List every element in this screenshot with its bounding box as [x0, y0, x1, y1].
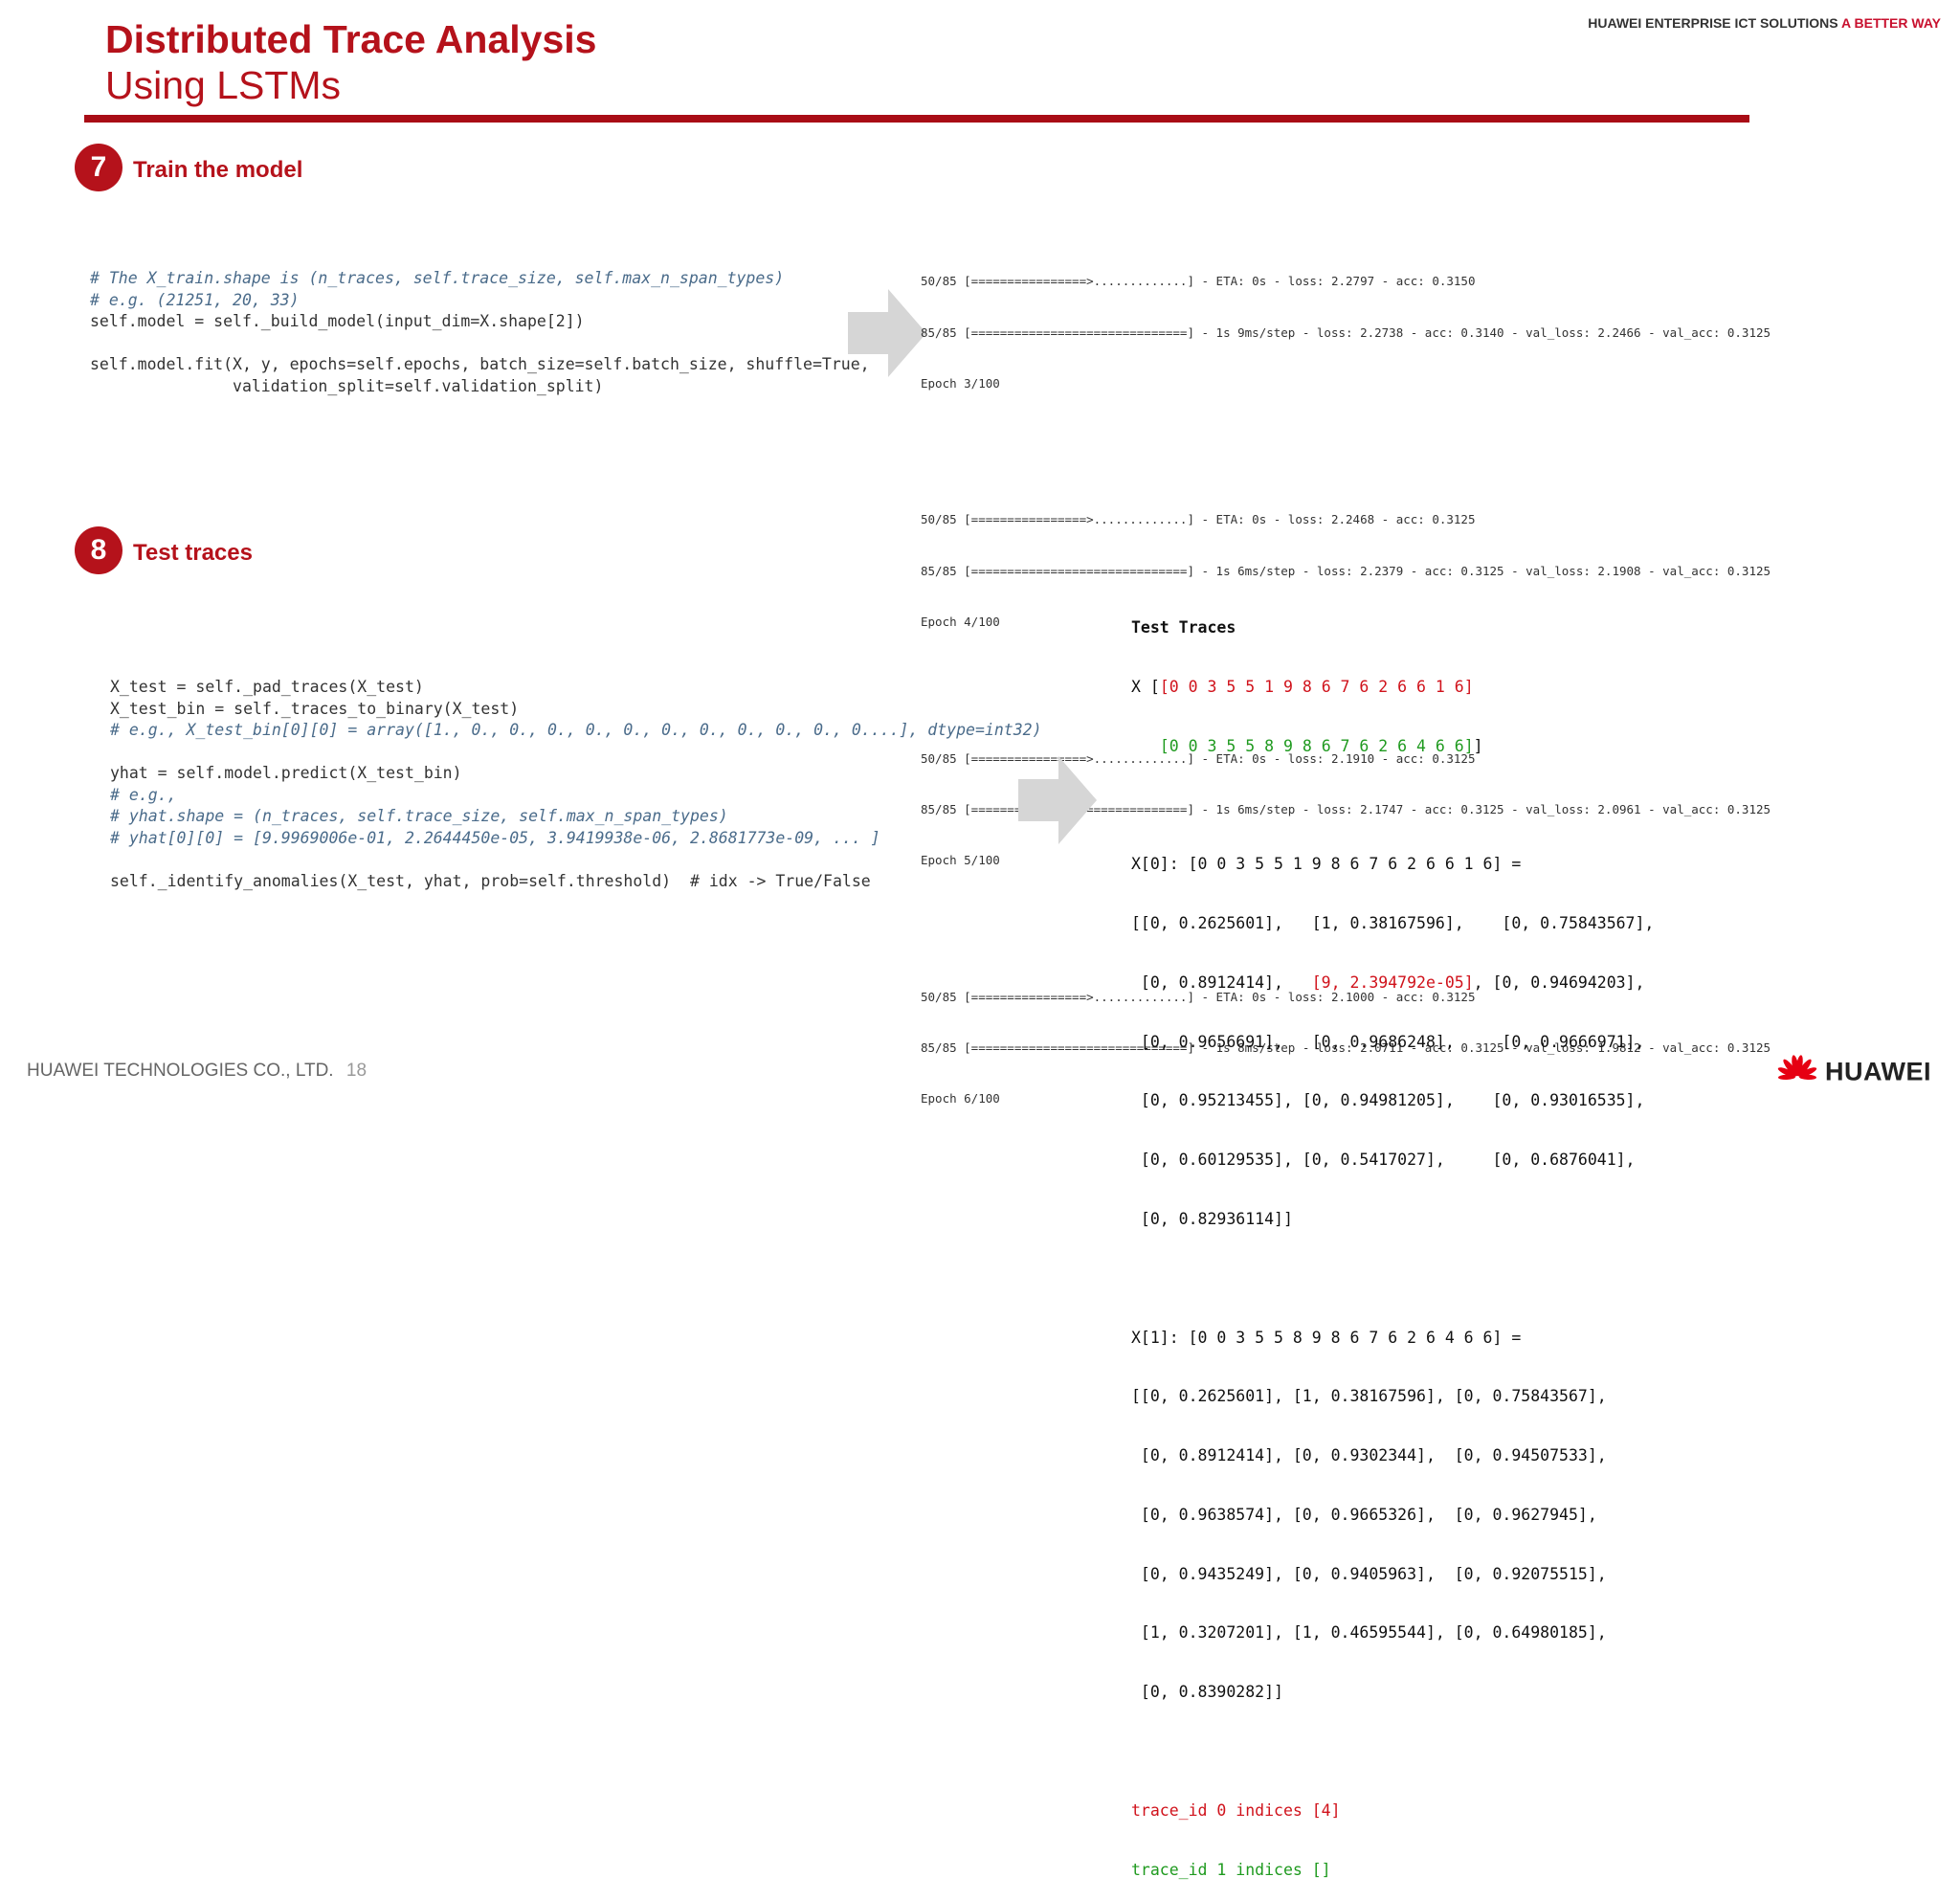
x-row-2: [0 0 3 5 5 8 9 8 6 7 6 2 6 4 6 6]	[1159, 736, 1474, 755]
x1-line: [0, 0.8912414], [0, 0.9302344], [0, 0.94…	[1131, 1446, 1607, 1465]
log-line: 85/85 [==============================] -…	[921, 324, 1771, 340]
anomaly-value: [9, 2.394792e-05]	[1311, 972, 1474, 992]
brand-tagline: HUAWEI ENTERPRISE ICT SOLUTIONS A BETTER…	[1588, 15, 1941, 31]
step-7-badge: 7	[75, 144, 122, 191]
code-line: # The X_train.shape is (n_traces, self.t…	[90, 269, 785, 287]
code-line: # e.g. (21251, 20, 33)	[90, 290, 300, 309]
slide-subtitle: Using LSTMs	[105, 63, 342, 107]
code-line: X_test = self._pad_traces(X_test)	[110, 678, 424, 696]
code-line: # e.g.,	[110, 785, 177, 804]
x0-line: [0, 0.95213455], [0, 0.94981205], [0, 0.…	[1131, 1091, 1645, 1110]
step-7-label: Train the model	[133, 157, 303, 183]
x0-line-part: , [0, 0.94694203],	[1473, 972, 1645, 992]
x-array-line: X [[0 0 3 5 5 8 9 8 6 7 6 2 6 4 6 6]]	[1131, 737, 1654, 757]
step-8-label: Test traces	[133, 540, 253, 566]
x0-line: [0, 0.82936114]]	[1131, 1210, 1293, 1228]
result-line: trace_id 0 indices [4]	[1131, 1800, 1341, 1820]
code-line: self.model.fit(X, y, epochs=self.epochs,…	[90, 355, 870, 373]
code-line: ​	[110, 742, 1042, 764]
x1-line: [0, 0.9435249], [0, 0.9405963], [0, 0.92…	[1131, 1564, 1607, 1583]
logo-wordmark: HUAWEI	[1825, 1057, 1931, 1086]
code-line: self.model = self._build_model(input_dim…	[90, 312, 585, 330]
x0-line: [0, 0.8912414], [9, 2.394792e-05], [0, 0…	[1131, 973, 1654, 994]
header-rule	[84, 115, 1749, 123]
x-prefix: X [	[1131, 677, 1160, 696]
x0-line: [0, 0.60129535], [0, 0.5417027], [0, 0.6…	[1131, 1151, 1636, 1170]
log-block: 50/85 [================>.............] -…	[921, 239, 1771, 427]
code-line: validation_split=self.validation_split)	[90, 376, 604, 395]
x-close: ]	[1473, 736, 1483, 755]
footer-company: HUAWEI TECHNOLOGIES CO., LTD. 18	[27, 1061, 367, 1082]
x0-header: X[0]: [0 0 3 5 5 1 9 8 6 7 6 2 6 6 1 6] …	[1131, 855, 1522, 874]
step-8-badge: 8	[75, 526, 122, 574]
x0-line-part: [0, 0.8912414],	[1131, 972, 1312, 992]
x-array-line: X [[0 0 3 5 5 1 9 8 6 7 6 2 6 6 1 6]	[1131, 678, 1654, 698]
test-code-block: X_test = self._pad_traces(X_test) X_test_…	[110, 677, 1042, 892]
code-line: yhat = self.model.predict(X_test_bin)	[110, 764, 462, 782]
x1-header: X[1]: [0 0 3 5 5 8 9 8 6 7 6 2 6 4 6 6] …	[1131, 1328, 1522, 1347]
x1-line: [[0, 0.2625601], [1, 0.38167596], [0, 0.…	[1131, 1387, 1607, 1406]
arrow-right-icon	[848, 289, 926, 377]
log-line: 85/85 [==============================] -…	[921, 563, 1771, 578]
code-line: ​	[110, 849, 1042, 871]
x1-line: [1, 0.3207201], [1, 0.46595544], [0, 0.6…	[1131, 1623, 1607, 1643]
code-line: X_test_bin = self._traces_to_binary(X_te…	[110, 699, 520, 718]
result-line: trace_id 1 indices []	[1131, 1860, 1331, 1879]
code-line: # yhat[0][0] = [9.9969006e-01, 2.2644450…	[110, 828, 880, 847]
code-line: ​	[90, 333, 870, 355]
code-line: # yhat.shape = (n_traces, self.trace_siz…	[110, 807, 728, 825]
x0-line: [[0, 0.2625601], [1, 0.38167596], [0, 0.…	[1131, 914, 1655, 933]
test-output: Test Traces X [[0 0 3 5 5 1 9 8 6 7 6 2 …	[1131, 579, 1654, 1900]
x-row-1: [0 0 3 5 5 1 9 8 6 7 6 2 6 6 1 6]	[1159, 677, 1474, 696]
train-code-block: # The X_train.shape is (n_traces, self.t…	[90, 268, 870, 397]
log-epoch: Epoch 3/100	[921, 375, 1000, 391]
company-name: HUAWEI TECHNOLOGIES CO., LTD.	[27, 1061, 334, 1081]
code-line: # e.g., X_test_bin[0][0] = array([1., 0.…	[110, 721, 1042, 739]
log-line: 50/85 [================>.............] -…	[921, 512, 1476, 527]
brand-accent: A BETTER WAY	[1841, 15, 1941, 31]
x0-line: [0, 0.9656691], [0, 0.9686248], [0, 0.96…	[1131, 1032, 1645, 1051]
x1-line: [0, 0.8390282]]	[1131, 1683, 1283, 1702]
brand-text: HUAWEI ENTERPRISE ICT SOLUTIONS	[1588, 15, 1838, 31]
huawei-logo: HUAWEI	[1773, 1053, 1931, 1091]
log-line: 50/85 [================>.............] -…	[921, 274, 1476, 289]
output-heading: Test Traces	[1131, 618, 1236, 637]
huawei-flower-icon	[1777, 1055, 1816, 1081]
x1-line: [0, 0.9638574], [0, 0.9665326], [0, 0.96…	[1131, 1505, 1597, 1524]
page-number: 18	[345, 1061, 368, 1081]
code-line: self._identify_anomalies(X_test, yhat, p…	[110, 871, 871, 890]
arrow-right-icon	[1018, 756, 1097, 844]
slide-title: Distributed Trace Analysis	[105, 17, 597, 61]
